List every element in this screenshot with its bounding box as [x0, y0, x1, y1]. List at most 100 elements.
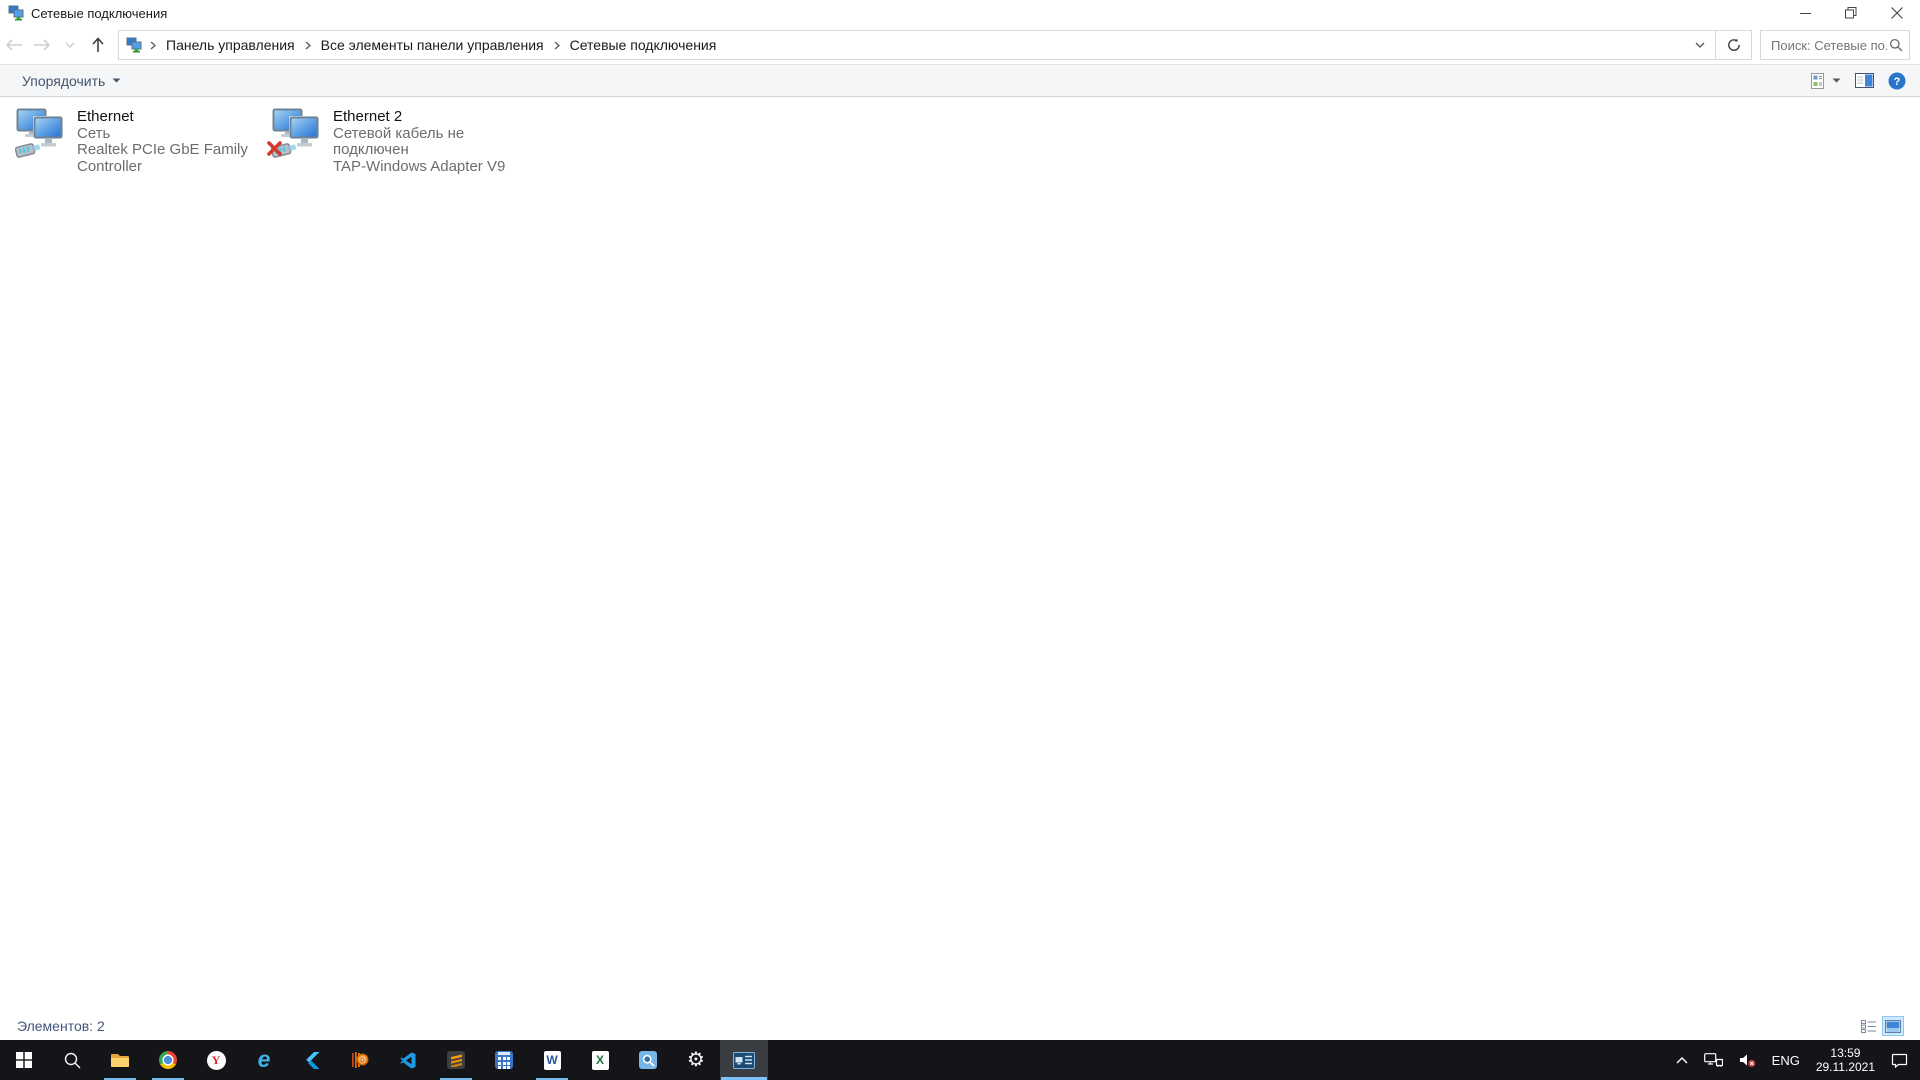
breadcrumb-control-panel[interactable]: Панель управления	[160, 37, 301, 53]
close-button[interactable]	[1874, 0, 1920, 26]
system-tray: ENG 13:59 29.11.2021	[1668, 1040, 1920, 1080]
start-button[interactable]	[0, 1040, 48, 1080]
taskbar-app-word[interactable]: W	[528, 1040, 576, 1080]
items-count: Элементов: 2	[17, 1018, 105, 1034]
help-icon: ?	[1888, 72, 1906, 90]
refresh-button[interactable]	[1715, 31, 1751, 59]
calculator-icon	[495, 1051, 513, 1069]
orange-downloader-icon: D	[351, 1051, 369, 1069]
titlebar: Сетевые подключения	[0, 0, 1920, 26]
taskbar-app-vscode[interactable]	[384, 1040, 432, 1080]
large-icons-view-icon	[1885, 1020, 1901, 1033]
ethernet-adapter-icon	[15, 108, 71, 160]
change-view-button[interactable]	[1811, 73, 1841, 89]
magnifier-app-icon	[639, 1051, 657, 1069]
connection-status: Сетевой кабель не подключен	[333, 126, 517, 159]
language-code: ENG	[1772, 1053, 1800, 1068]
blue-chevron-app-icon	[304, 1052, 320, 1069]
gear-icon: ⚙	[687, 1050, 705, 1070]
back-button[interactable]	[0, 31, 28, 59]
sublime-text-icon	[447, 1051, 465, 1069]
preview-pane-button[interactable]	[1855, 73, 1874, 88]
folder-content-area: Ethernet Сеть Realtek PCIe GbE Family Co…	[0, 97, 1920, 1012]
breadcrumb-chevron-icon	[550, 41, 564, 50]
clock-time: 13:59	[1816, 1046, 1875, 1060]
connection-device: TAP-Windows Adapter V9	[333, 159, 517, 176]
details-view-button[interactable]	[1858, 1016, 1880, 1036]
breadcrumb-chevron-icon	[146, 41, 160, 50]
connection-device: Realtek PCIe GbE Family Controller	[77, 142, 261, 175]
minimize-button[interactable]	[1782, 0, 1828, 26]
status-bar: Элементов: 2	[0, 1012, 1920, 1040]
taskbar-app-yandex-browser[interactable]: Y	[192, 1040, 240, 1080]
search-box[interactable]	[1760, 30, 1910, 60]
taskbar-app-internet-explorer[interactable]: e	[240, 1040, 288, 1080]
taskbar-app-sublime-text[interactable]	[432, 1040, 480, 1080]
breadcrumb-chevron-icon	[301, 41, 315, 50]
large-icons-view-button[interactable]	[1882, 1016, 1904, 1036]
forward-button[interactable]	[28, 31, 56, 59]
yandex-browser-icon: Y	[207, 1051, 226, 1070]
taskbar-app-file-explorer[interactable]	[96, 1040, 144, 1080]
breadcrumb-all-items[interactable]: Все элементы панели управления	[315, 37, 550, 53]
taskbar-app-blue-chevron[interactable]	[288, 1040, 336, 1080]
help-button[interactable]: ?	[1888, 72, 1906, 90]
network-connections-window: Сетевые подключения	[0, 0, 1920, 1040]
taskbar: Y e D	[0, 1040, 1920, 1080]
taskbar-app-network-connections[interactable]	[720, 1040, 768, 1080]
excel-icon: X	[592, 1051, 609, 1070]
chevron-down-icon	[1832, 78, 1841, 83]
taskbar-app-chrome[interactable]	[144, 1040, 192, 1080]
address-dropdown-button[interactable]	[1685, 31, 1715, 59]
taskbar-app-excel[interactable]: X	[576, 1040, 624, 1080]
change-view-icon	[1811, 73, 1828, 89]
ethernet-adapter-icon	[271, 108, 327, 160]
chevron-up-icon	[1676, 1057, 1688, 1064]
restore-button[interactable]	[1828, 0, 1874, 26]
svg-text:?: ?	[1894, 76, 1901, 88]
up-button[interactable]	[84, 31, 112, 59]
connection-item-ethernet-2[interactable]: Ethernet 2 Сетевой кабель не подключен T…	[268, 105, 520, 178]
recent-locations-button[interactable]	[56, 31, 84, 59]
organize-label: Упорядочить	[22, 73, 105, 89]
windows-logo-icon	[16, 1052, 32, 1068]
clock[interactable]: 13:59 29.11.2021	[1808, 1040, 1883, 1080]
search-icon	[64, 1052, 81, 1069]
navigation-toolbar: Панель управления Все элементы панели уп…	[0, 26, 1920, 64]
action-center-icon	[1891, 1053, 1908, 1068]
taskbar-search-button[interactable]	[48, 1040, 96, 1080]
clock-date: 29.11.2021	[1816, 1060, 1875, 1074]
action-center-button[interactable]	[1883, 1040, 1916, 1080]
search-icon[interactable]	[1889, 38, 1903, 52]
network-tray-button[interactable]	[1696, 1040, 1731, 1080]
connection-item-ethernet[interactable]: Ethernet Сеть Realtek PCIe GbE Family Co…	[12, 105, 264, 178]
taskbar-app-settings[interactable]: ⚙	[672, 1040, 720, 1080]
language-indicator[interactable]: ENG	[1764, 1040, 1808, 1080]
breadcrumb: Панель управления Все элементы панели уп…	[146, 37, 1685, 53]
taskbar-app-orange-downloader[interactable]: D	[336, 1040, 384, 1080]
connection-status: Сеть	[77, 126, 261, 143]
svg-text:D: D	[360, 1057, 365, 1064]
taskbar-app-calculator[interactable]	[480, 1040, 528, 1080]
organize-button[interactable]: Упорядочить	[14, 69, 129, 93]
network-connections-icon	[733, 1052, 755, 1069]
volume-button[interactable]	[1731, 1040, 1764, 1080]
volume-muted-icon	[1739, 1053, 1756, 1068]
search-input[interactable]	[1769, 37, 1889, 54]
vscode-icon	[400, 1052, 417, 1069]
connection-name: Ethernet 2	[333, 109, 517, 126]
taskbar-app-magnifier[interactable]	[624, 1040, 672, 1080]
details-view-icon	[1861, 1020, 1877, 1033]
chevron-down-icon	[112, 78, 121, 83]
file-explorer-icon	[110, 1052, 130, 1068]
disconnected-icon	[266, 140, 283, 162]
ethernet-tray-icon	[1704, 1053, 1723, 1068]
connection-name: Ethernet	[77, 109, 261, 126]
chrome-icon	[159, 1051, 177, 1069]
breadcrumb-network-connections[interactable]: Сетевые подключения	[564, 37, 723, 53]
address-location-icon	[126, 37, 142, 53]
hidden-icons-button[interactable]	[1668, 1040, 1696, 1080]
address-bar[interactable]: Панель управления Все элементы панели уп…	[118, 30, 1752, 60]
internet-explorer-icon: e	[258, 1048, 271, 1071]
preview-pane-icon	[1855, 73, 1874, 88]
